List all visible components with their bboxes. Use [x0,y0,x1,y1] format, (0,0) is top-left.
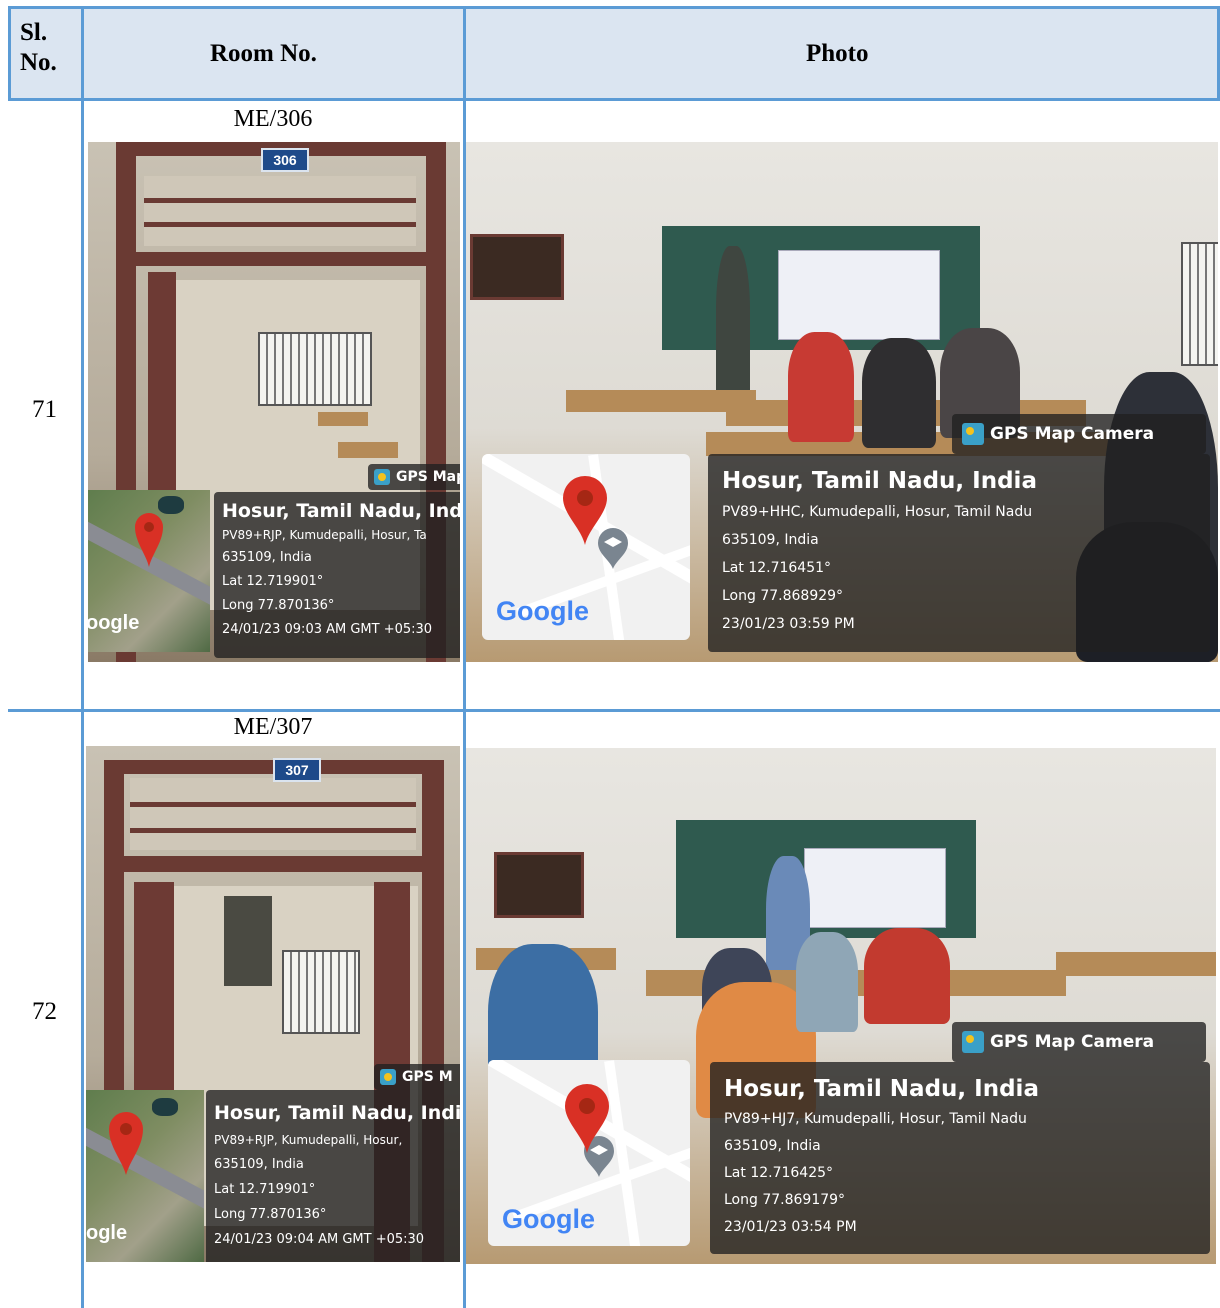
row-72-door-photo: 307 GPS M ogle Hosur, Tamil Nadu, Indi P… [86,746,460,1262]
gps-info-card: Hosur, Tamil Nadu, India PV89+HHC, Kumud… [708,454,1210,652]
gps-datetime: 23/01/23 03:54 PM [724,1219,857,1235]
gps-location-title: Hosur, Tamil Nadu, Indi [214,1102,460,1124]
gps-latitude: Lat 12.716451° [722,560,832,576]
gps-camera-icon [962,1031,984,1053]
header-sl-no: Sl. No. [20,19,57,76]
satellite-map-thumbnail: ogle [86,1090,204,1262]
map-pin-icon [565,1084,609,1153]
gps-address: PV89+HHC, Kumudepalli, Hosur, Tamil Nadu [722,504,1033,520]
gps-location-title: Hosur, Tamil Nadu, India [724,1076,1039,1102]
gps-longitude: Long 77.870136° [222,598,335,613]
gps-address: PV89+RJP, Kumudepalli, Hosur, [214,1133,403,1147]
table-border-left [8,6,11,101]
header-photo: Photo [806,40,869,67]
gps-camera-badge: GPS Map Camera [952,414,1206,454]
table-row-divider [8,709,1220,712]
room-number-plate: 307 [273,758,321,782]
gps-datetime: 24/01/23 09:03 AM GMT +05:30 [222,622,433,637]
gps-address: PV89+HJ7, Kumudepalli, Hosur, Tamil Nadu [724,1111,1027,1127]
gps-info-card: Hosur, Tamil Nadu, Indi PV89+RJP, Kumude… [206,1090,460,1262]
google-logo: ogle [86,1222,128,1244]
gps-address: PV89+RJP, Kumudepalli, Hosur, Ta [222,528,427,542]
gps-location-title: Hosur, Tamil Nadu, India [222,500,460,522]
gps-info-card: Hosur, Tamil Nadu, India PV89+RJP, Kumud… [214,492,460,658]
table-header-divider [8,98,1220,101]
gps-postal: 635109, India [214,1157,304,1172]
table-header-background [10,8,1218,99]
row-72-sl-no: 72 [32,998,57,1025]
google-logo: Google [496,596,589,626]
gps-longitude: Long 77.868929° [722,588,844,604]
gps-camera-badge: GPS M [374,1064,460,1090]
gps-postal: 635109, India [724,1138,821,1154]
map-pin-icon [563,476,607,545]
gps-info-card: Hosur, Tamil Nadu, India PV89+HJ7, Kumud… [710,1062,1210,1254]
gps-longitude: Long 77.869179° [724,1192,846,1208]
gps-datetime: 23/01/23 03:59 PM [722,616,855,632]
gps-postal: 635109, India [722,532,819,548]
row-71-door-photo: 306 GPS Map oogle Hosur, Tamil Nadu, Ind… [88,142,460,662]
gps-camera-icon [962,423,984,445]
google-logo: oogle [88,612,140,634]
gps-camera-badge: GPS Map [368,464,460,490]
gps-camera-icon [374,469,390,485]
row-71-classroom-photo: GPS Map Camera Google Hosur, Tamil Nadu,… [466,142,1218,662]
google-logo: Google [502,1204,595,1234]
gps-latitude: Lat 12.719901° [214,1182,316,1197]
room-number-plate: 306 [261,148,309,172]
gps-latitude: Lat 12.719901° [222,574,324,589]
table-border-top [8,6,1220,9]
gps-longitude: Long 77.870136° [214,1207,327,1222]
gps-postal: 635109, India [222,550,312,565]
row-71-room-number: ME/306 [233,106,313,132]
map-pin-icon [135,513,163,567]
row-71-sl-no: 71 [32,396,57,423]
table-column-divider-1 [81,6,84,1308]
row-72-classroom-photo: GPS Map Camera Google Hosur, Tamil Nadu,… [466,748,1216,1264]
gps-location-title: Hosur, Tamil Nadu, India [722,468,1037,494]
header-room-no: Room No. [210,40,317,67]
row-72-room-number: ME/307 [233,714,313,740]
map-pin-icon [109,1112,143,1175]
gps-camera-icon [380,1069,396,1085]
gps-camera-badge: GPS Map Camera [952,1022,1206,1062]
gps-datetime: 24/01/23 09:04 AM GMT +05:30 [214,1232,425,1247]
gps-latitude: Lat 12.716425° [724,1165,834,1181]
